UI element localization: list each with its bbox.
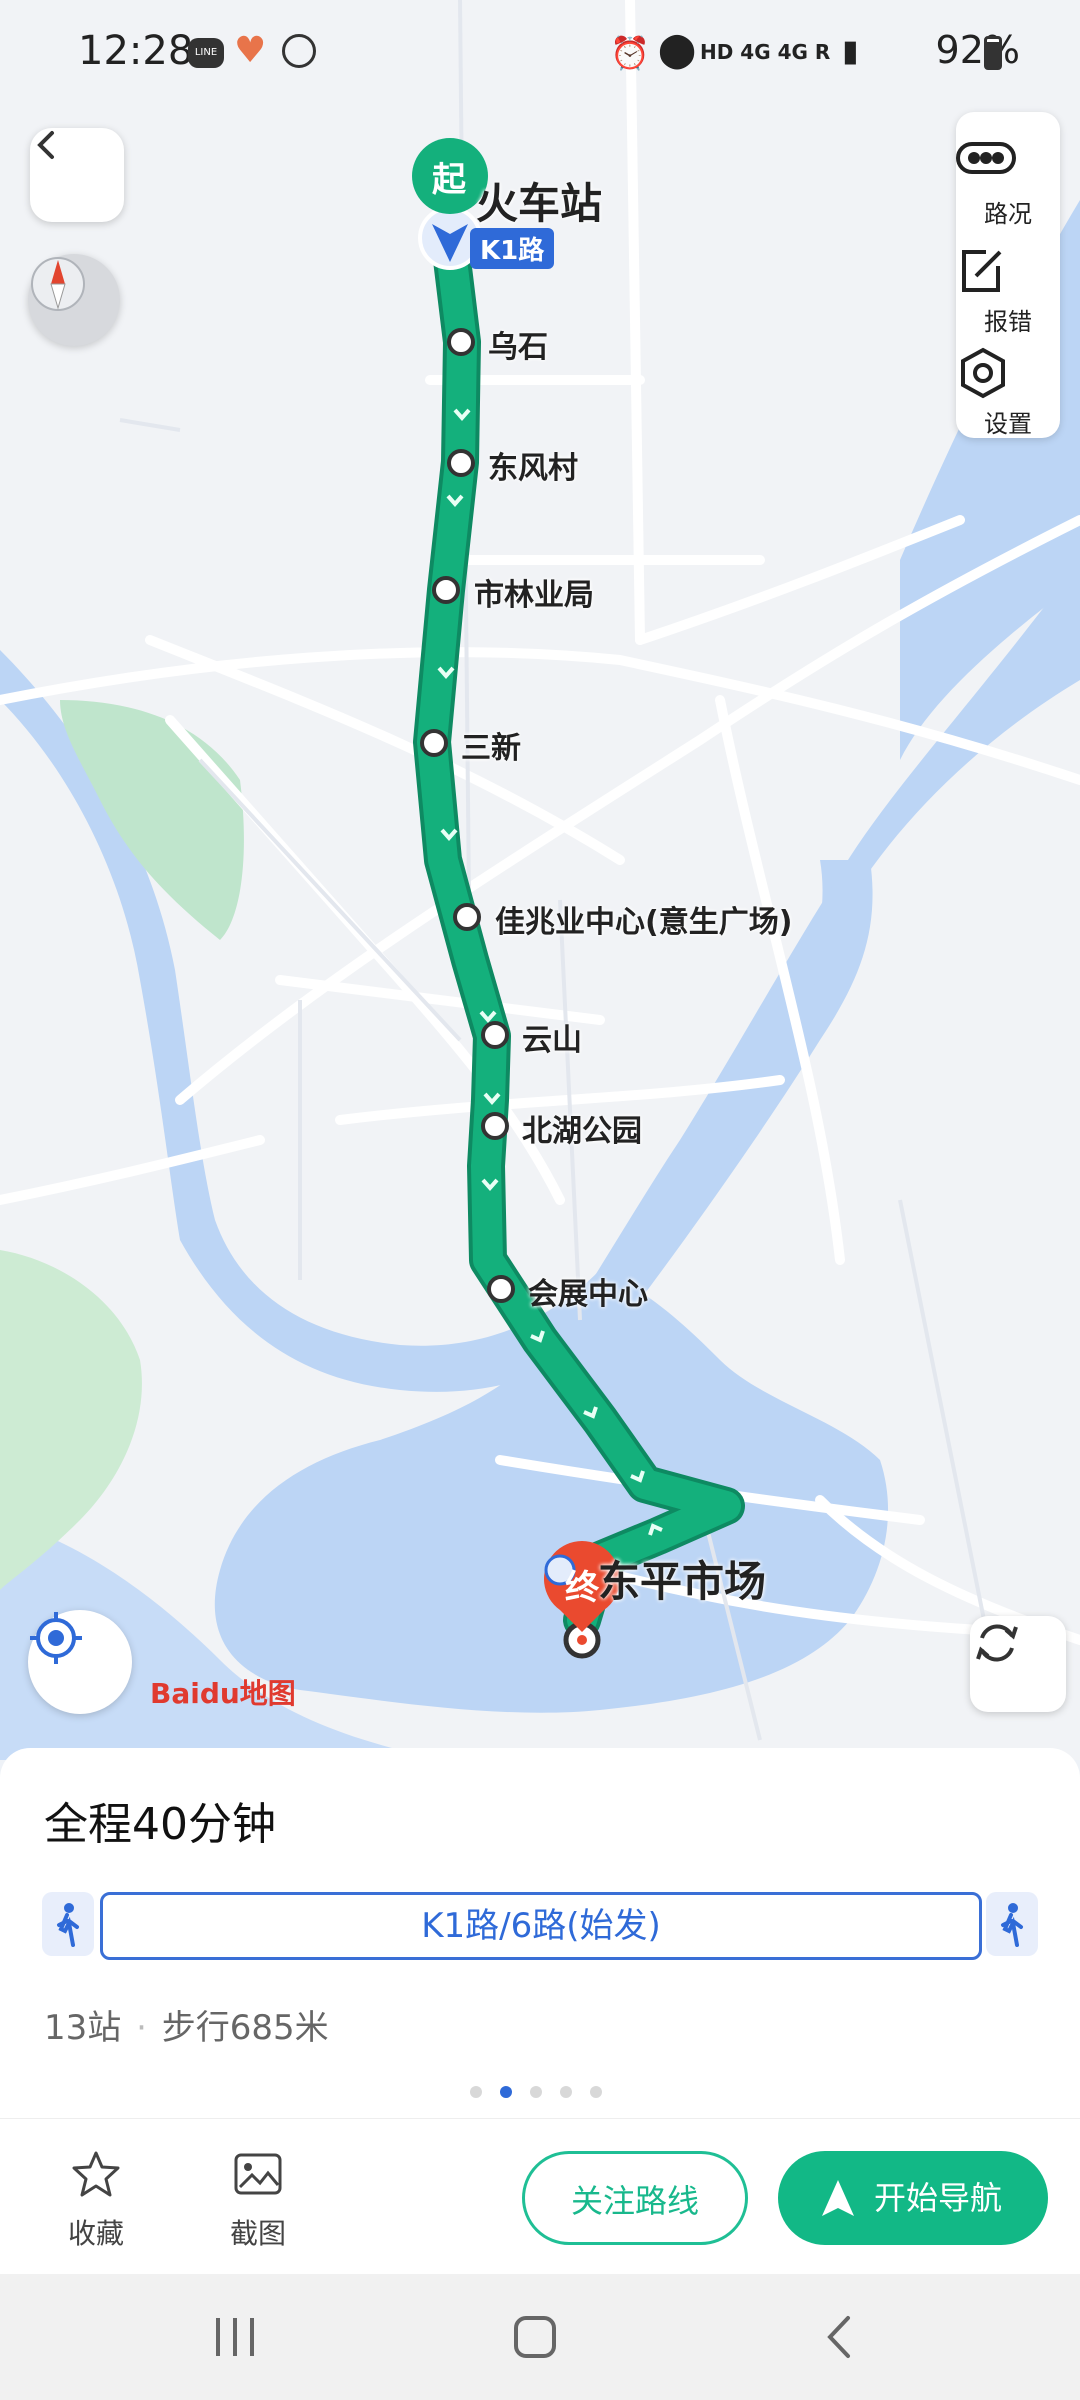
traffic-label: 路况 bbox=[984, 200, 1032, 228]
system-back-icon bbox=[827, 2316, 850, 2358]
walk-distance: 步行685米 bbox=[161, 2008, 329, 2048]
route-name[interactable]: K1路/6路(始发) bbox=[100, 1892, 982, 1960]
screenshot-label: 截图 bbox=[229, 2217, 286, 2250]
park-green-2 bbox=[0, 1250, 142, 1590]
page-dot[interactable] bbox=[470, 2086, 482, 2098]
signal-icon: ▮ bbox=[842, 34, 859, 69]
end-station-label[interactable]: 东平市场 bbox=[598, 1548, 766, 1609]
location-icon: ⬤ bbox=[658, 30, 697, 70]
settings-button[interactable]: 设置 bbox=[956, 338, 1060, 438]
start-marker-text: 起 bbox=[432, 160, 466, 200]
refresh-icon bbox=[976, 1624, 1018, 1662]
stop-label-5[interactable]: 佳兆业中心(意生广场) bbox=[495, 897, 792, 941]
stop-label-6[interactable]: 云山 bbox=[522, 1015, 582, 1059]
recent-apps-button[interactable] bbox=[210, 2314, 260, 2360]
route-meta: 13站 · 步行685米 bbox=[44, 2000, 329, 2049]
report-button[interactable]: 报错 bbox=[956, 232, 1060, 336]
settings-icon bbox=[961, 347, 1005, 399]
back-chevron-icon bbox=[37, 131, 54, 159]
bottom-action-bar: 收藏 截图 关注路线 开始导航 bbox=[0, 2118, 1080, 2275]
meta-separator: · bbox=[136, 2008, 147, 2048]
stop-label-3[interactable]: 市林业局 bbox=[474, 570, 594, 614]
edit-icon bbox=[962, 250, 1002, 292]
stop-label-8[interactable]: 会展中心 bbox=[528, 1269, 648, 1313]
network-text: HD 4G 4G R bbox=[700, 40, 831, 64]
home-button[interactable] bbox=[512, 2314, 558, 2360]
battery-icon bbox=[984, 36, 1002, 70]
map-view[interactable]: 起 火车站 K1路 乌石 东风村 市林业局 三新 佳兆业中心(意生广场) 云山 … bbox=[0, 0, 1080, 1760]
stop-label-7[interactable]: 北湖公园 bbox=[522, 1106, 642, 1150]
compass-button[interactable] bbox=[28, 254, 120, 346]
start-navigation-label: 开始导航 bbox=[874, 2179, 1003, 2217]
locate-icon bbox=[30, 1612, 82, 1664]
page-dot[interactable] bbox=[530, 2086, 542, 2098]
navigation-arrow-icon bbox=[822, 2180, 854, 2216]
favorite-button[interactable]: 收藏 bbox=[36, 2149, 156, 2252]
walk-start-icon bbox=[42, 1892, 94, 1956]
compass-icon bbox=[31, 257, 85, 311]
stop-label-1[interactable]: 乌石 bbox=[488, 322, 548, 366]
page-dot-active[interactable] bbox=[500, 2086, 512, 2098]
whatsapp-icon bbox=[282, 34, 316, 68]
report-label: 报错 bbox=[984, 308, 1032, 336]
alarm-icon: ⏰ bbox=[610, 34, 650, 72]
status-time: 12:28 bbox=[78, 28, 194, 74]
recent-apps-icon bbox=[216, 2318, 254, 2356]
home-icon bbox=[514, 2316, 556, 2358]
system-navigation-bar bbox=[0, 2274, 1080, 2400]
heart-icon: ♥ bbox=[234, 30, 267, 71]
start-station-label[interactable]: 火车站 bbox=[476, 170, 602, 231]
page-dot[interactable] bbox=[560, 2086, 572, 2098]
line-icon: LINE bbox=[188, 38, 224, 68]
battery-text: 92% bbox=[935, 28, 1020, 72]
line-badge: K1路 bbox=[470, 228, 555, 269]
image-icon bbox=[234, 2153, 282, 2195]
star-icon bbox=[72, 2151, 120, 2197]
walk-end-icon bbox=[986, 1892, 1038, 1956]
back-button[interactable] bbox=[30, 128, 124, 222]
end-marker-text: 终 bbox=[565, 1568, 599, 1608]
favorite-label: 收藏 bbox=[67, 2217, 124, 2250]
stop-label-4[interactable]: 三新 bbox=[461, 723, 521, 767]
route-card[interactable]: 全程40分钟 K1路/6路(始发) 13站 · 步行685米 bbox=[0, 1748, 1080, 2118]
start-navigation-button[interactable]: 开始导航 bbox=[778, 2151, 1048, 2245]
settings-label: 设置 bbox=[984, 410, 1032, 438]
traffic-button[interactable]: 路况 bbox=[956, 124, 1060, 228]
status-bar: 12:28 LINE ♥ ⏰ ⬤ HD 4G 4G R ▮ 92% bbox=[0, 0, 1080, 110]
refresh-button[interactable] bbox=[970, 1616, 1066, 1712]
follow-route-button[interactable]: 关注路线 bbox=[522, 2151, 748, 2245]
traffic-icon bbox=[956, 142, 1016, 174]
map-tools-panel: 路况 报错 设置 bbox=[956, 112, 1060, 438]
stop-label-2[interactable]: 东风村 bbox=[488, 443, 578, 487]
baidu-logo: Baidu地图 bbox=[150, 1677, 296, 1710]
system-back-button[interactable] bbox=[820, 2314, 860, 2360]
total-time: 全程40分钟 bbox=[44, 1799, 276, 1850]
page-dot[interactable] bbox=[590, 2086, 602, 2098]
stops-count: 13站 bbox=[44, 2008, 122, 2048]
locate-button[interactable] bbox=[28, 1610, 132, 1714]
screenshot-button[interactable]: 截图 bbox=[198, 2149, 318, 2252]
